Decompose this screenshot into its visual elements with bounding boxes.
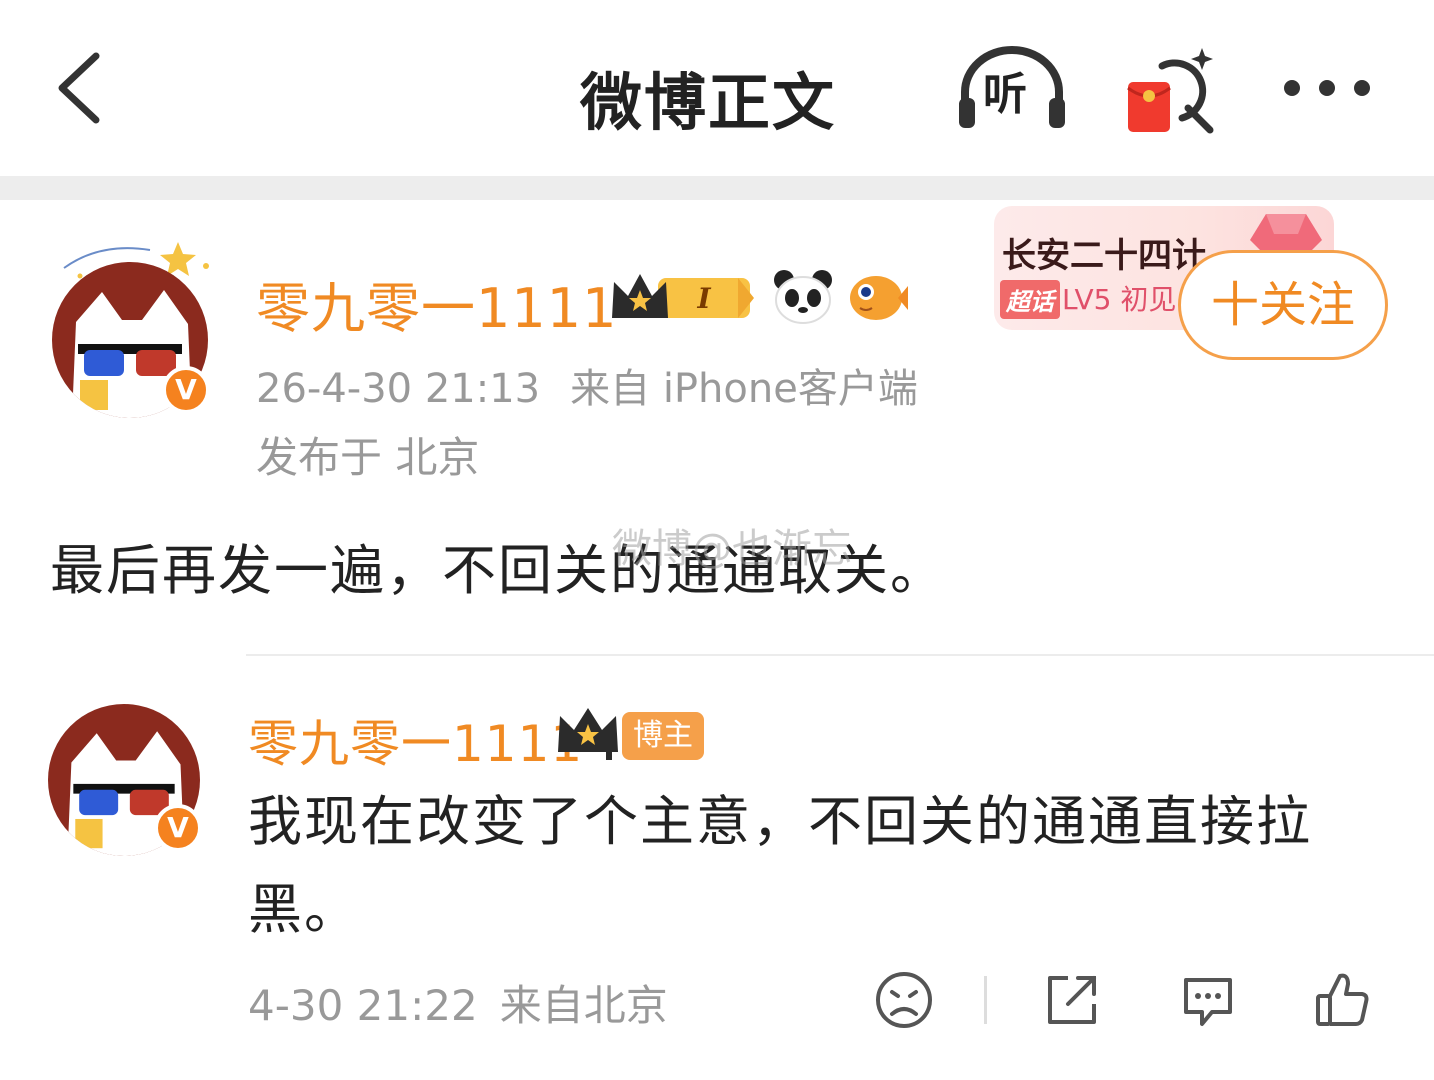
author-avatar[interactable]: V [52,262,210,418]
top-navigation-bar: 微博正文 听 [0,0,1434,176]
author-badge: 博主 [622,712,704,760]
verified-v-icon: V [154,804,202,852]
dislike-button[interactable] [872,968,936,1032]
reply-source: 来自北京 [499,981,668,1030]
more-button[interactable] [1280,70,1375,106]
red-envelope-search-icon [1127,48,1214,134]
sad-face-icon [876,972,932,1028]
reply-author-avatar[interactable]: V [48,704,202,856]
post-source: 来自 iPhone客户端 [570,366,918,412]
member-level-label: I [696,282,711,315]
watermark: 微博@也渐忘 [612,526,852,572]
red-envelope-search-button[interactable] [1122,44,1222,136]
listen-label: 听 [983,69,1027,120]
chevron-left-icon [58,52,100,124]
supertopic-tag: 超话 [1000,280,1060,319]
comment-button[interactable] [1176,968,1240,1032]
follow-button[interactable]: 十关注 [1178,250,1388,360]
action-separator [984,976,987,1024]
section-divider [0,176,1434,200]
supertopic-name: 长安二十四计 [1002,236,1206,276]
reply-text: 我现在改变了个主意，不回关的通通直接拉黑。 [248,790,1312,941]
listen-button[interactable]: 听 [955,44,1070,134]
post-meta: 26-4-30 21:13 来自 iPhone客户端 [256,356,918,414]
supertopic-level: LV5 初见 [1062,283,1177,316]
thumbs-up-icon [1316,973,1369,1026]
crown-icon [558,708,618,760]
share-icon [1048,976,1096,1024]
reply-timestamp: 4-30 21:22 [248,981,478,1030]
reply-author-name[interactable]: 零九零一1111 [248,704,583,776]
more-dots-icon [1284,80,1370,96]
reply-meta: 4-30 21:22 来自北京 [248,972,668,1033]
panda-icon [774,270,832,324]
author-name[interactable]: 零九零一1111 [256,264,617,343]
share-button[interactable] [1040,968,1104,1032]
crown-member-badge-icon[interactable]: I [608,268,758,324]
post-location: 发布于 北京 [256,433,480,482]
back-button[interactable] [50,48,120,128]
post-timestamp: 26-4-30 21:13 [256,366,541,412]
verified-v-icon: V [162,366,210,414]
comment-icon [1184,978,1232,1026]
like-button[interactable] [1310,968,1374,1032]
reply-divider [246,654,1434,656]
page-title: 微博正文 [580,66,837,139]
pufferfish-icon [850,276,908,320]
